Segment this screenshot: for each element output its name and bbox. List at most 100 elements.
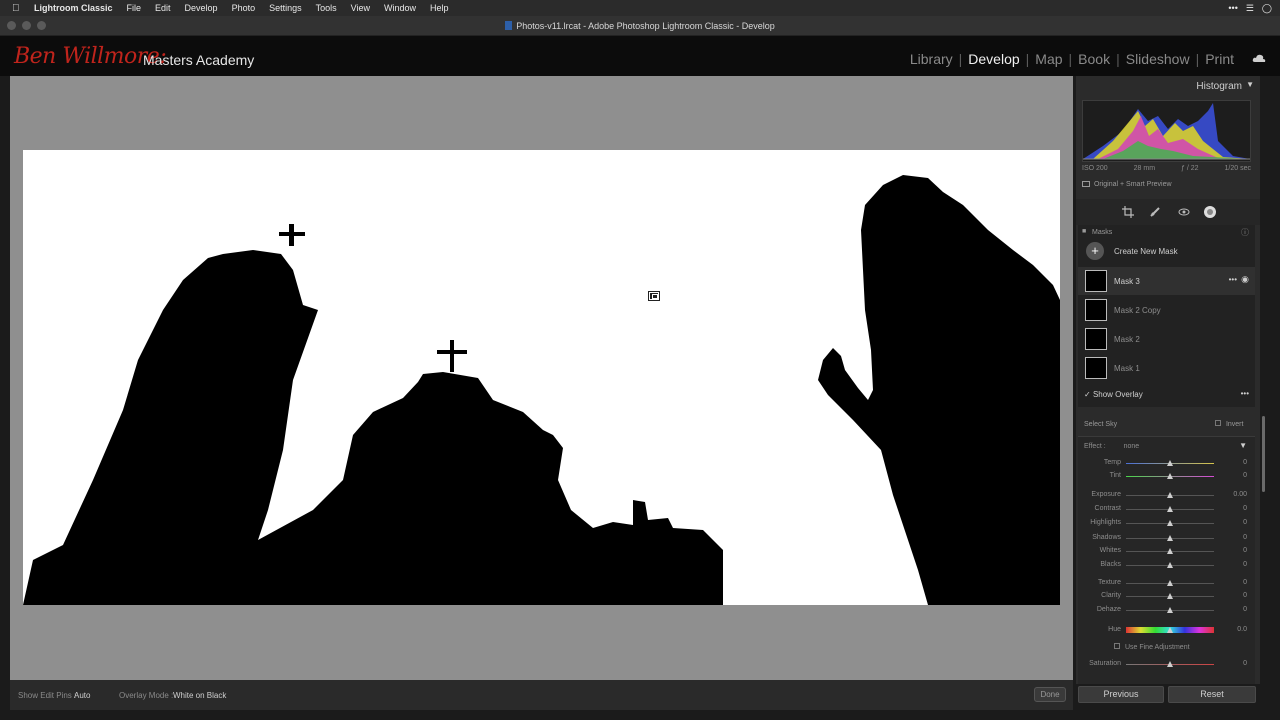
- show-overlay-checkbox[interactable]: ✓ Show Overlay: [1084, 390, 1143, 399]
- slider-contrast[interactable]: Contrast 0: [1078, 503, 1255, 515]
- mask-thumbnail: [1085, 328, 1107, 350]
- slider-whites[interactable]: Whites 0: [1078, 545, 1255, 557]
- slider-value[interactable]: 0.0: [1237, 626, 1247, 633]
- slider-dehaze[interactable]: Dehaze 0: [1078, 604, 1255, 616]
- image-canvas[interactable]: [10, 76, 1073, 680]
- masks-panel: ■ Masks ⓘ + Create New Mask Mask 3 ••• ◉…: [1078, 225, 1255, 407]
- panel-scrollbar[interactable]: [1262, 416, 1265, 492]
- slider-tint[interactable]: Tint 0: [1078, 470, 1255, 482]
- effect-preset[interactable]: Effect : none: [1084, 443, 1139, 450]
- slider-handle[interactable]: [1167, 607, 1173, 613]
- slider-handle[interactable]: [1167, 520, 1173, 526]
- effect-label: Effect :: [1084, 443, 1106, 450]
- overlay-mode-select[interactable]: White on Black: [173, 691, 226, 700]
- slider-handle[interactable]: [1167, 535, 1173, 541]
- slider-saturation[interactable]: Saturation 0: [1078, 658, 1255, 670]
- menu-view[interactable]: View: [351, 3, 370, 13]
- module-slideshow[interactable]: Slideshow: [1126, 51, 1190, 67]
- slider-value[interactable]: 0: [1243, 606, 1247, 613]
- slider-handle[interactable]: [1167, 580, 1173, 586]
- show-edit-pins-select[interactable]: Auto: [74, 691, 90, 700]
- module-library[interactable]: Library: [910, 51, 953, 67]
- siri-icon[interactable]: ◯: [1262, 3, 1272, 14]
- slider-handle[interactable]: [1167, 473, 1173, 479]
- slider-handle[interactable]: [1167, 562, 1173, 568]
- slider-value[interactable]: 0: [1243, 579, 1247, 586]
- menu-settings[interactable]: Settings: [269, 3, 302, 13]
- collapse-triangle-icon[interactable]: ▼: [1239, 441, 1247, 450]
- slider-value[interactable]: 0: [1243, 505, 1247, 512]
- cloud-sync-icon[interactable]: [1252, 54, 1266, 63]
- slider-hue[interactable]: Hue 0.0: [1078, 624, 1255, 636]
- red-eye-icon[interactable]: [1178, 206, 1190, 218]
- mask-adjustments-panel: Effect : none ▼ Temp 0 Tint 0 Exposure 0.00 Co…: [1078, 436, 1255, 684]
- mask-item-2-copy[interactable]: Mask 2 Copy: [1078, 296, 1255, 324]
- invert-checkbox[interactable]: Invert: [1215, 420, 1243, 428]
- histogram-graph[interactable]: [1082, 100, 1251, 162]
- slider-value[interactable]: 0: [1243, 534, 1247, 541]
- slider-clarity[interactable]: Clarity 0: [1078, 590, 1255, 602]
- menu-edit[interactable]: Edit: [155, 3, 171, 13]
- menu-tools[interactable]: Tools: [316, 3, 337, 13]
- slider-value[interactable]: 0: [1243, 547, 1247, 554]
- mask-thumbnail: [1085, 357, 1107, 379]
- menu-app[interactable]: Lightroom Classic: [34, 3, 113, 13]
- slider-value[interactable]: 0: [1243, 660, 1247, 667]
- slider-value[interactable]: 0: [1243, 592, 1247, 599]
- done-button[interactable]: Done: [1034, 687, 1066, 702]
- slider-handle[interactable]: [1167, 661, 1173, 667]
- module-develop[interactable]: Develop: [968, 51, 1019, 67]
- module-print[interactable]: Print: [1205, 51, 1234, 67]
- overlay-options-icon[interactable]: •••: [1241, 389, 1249, 398]
- close-window-icon[interactable]: [7, 21, 16, 30]
- slider-value[interactable]: 0: [1243, 459, 1247, 466]
- eye-icon[interactable]: ◉: [1241, 274, 1249, 285]
- slider-handle[interactable]: [1167, 492, 1173, 498]
- menu-file[interactable]: File: [127, 3, 142, 13]
- slider-handle[interactable]: [1167, 627, 1173, 633]
- collapse-triangle-icon[interactable]: ▼: [1246, 80, 1254, 89]
- create-new-mask-button[interactable]: + Create New Mask: [1078, 237, 1255, 265]
- mask-overlay-image[interactable]: [23, 150, 1060, 605]
- module-book[interactable]: Book: [1078, 51, 1110, 67]
- minimize-window-icon[interactable]: [22, 21, 31, 30]
- mask-edit-pin[interactable]: [648, 291, 660, 301]
- checkbox-icon: [1114, 643, 1120, 649]
- mask-item-1[interactable]: Mask 1: [1078, 354, 1255, 382]
- menu-photo[interactable]: Photo: [232, 3, 256, 13]
- masking-icon[interactable]: [1203, 205, 1217, 219]
- slider-shadows[interactable]: Shadows 0: [1078, 532, 1255, 544]
- menu-help[interactable]: Help: [430, 3, 449, 13]
- mask-options-icon[interactable]: •••: [1229, 275, 1237, 284]
- menu-develop[interactable]: Develop: [185, 3, 218, 13]
- slider-texture[interactable]: Texture 0: [1078, 577, 1255, 589]
- slider-value[interactable]: 0.00: [1233, 491, 1247, 498]
- mask-item-3[interactable]: Mask 3 ••• ◉: [1078, 267, 1255, 295]
- more-icon[interactable]: •••: [1228, 3, 1237, 13]
- slider-highlights[interactable]: Highlights 0: [1078, 517, 1255, 529]
- slider-handle[interactable]: [1167, 548, 1173, 554]
- histogram-header[interactable]: Histogram ▼: [1076, 76, 1260, 96]
- slider-exposure[interactable]: Exposure 0.00: [1078, 489, 1255, 501]
- mask-item-2[interactable]: Mask 2: [1078, 325, 1255, 353]
- slider-value[interactable]: 0: [1243, 561, 1247, 568]
- apple-icon[interactable]: : [12, 3, 26, 14]
- previous-button[interactable]: Previous: [1078, 686, 1164, 703]
- slider-temp[interactable]: Temp 0: [1078, 457, 1255, 469]
- fine-adjustment-checkbox[interactable]: Use Fine Adjustment: [1114, 643, 1190, 651]
- effect-value[interactable]: none: [1124, 443, 1140, 450]
- module-map[interactable]: Map: [1035, 51, 1062, 67]
- crop-icon[interactable]: [1122, 206, 1134, 218]
- menu-window[interactable]: Window: [384, 3, 416, 13]
- control-center-icon[interactable]: ☰: [1246, 3, 1254, 14]
- healing-brush-icon[interactable]: [1149, 206, 1161, 218]
- slider-handle[interactable]: [1167, 593, 1173, 599]
- slider-handle[interactable]: [1167, 506, 1173, 512]
- panel-grip-icon[interactable]: ■: [1082, 228, 1086, 235]
- slider-blacks[interactable]: Blacks 0: [1078, 559, 1255, 571]
- reset-button[interactable]: Reset: [1168, 686, 1256, 703]
- zoom-window-icon[interactable]: [37, 21, 46, 30]
- slider-value[interactable]: 0: [1243, 472, 1247, 479]
- slider-value[interactable]: 0: [1243, 519, 1247, 526]
- slider-handle[interactable]: [1167, 460, 1173, 466]
